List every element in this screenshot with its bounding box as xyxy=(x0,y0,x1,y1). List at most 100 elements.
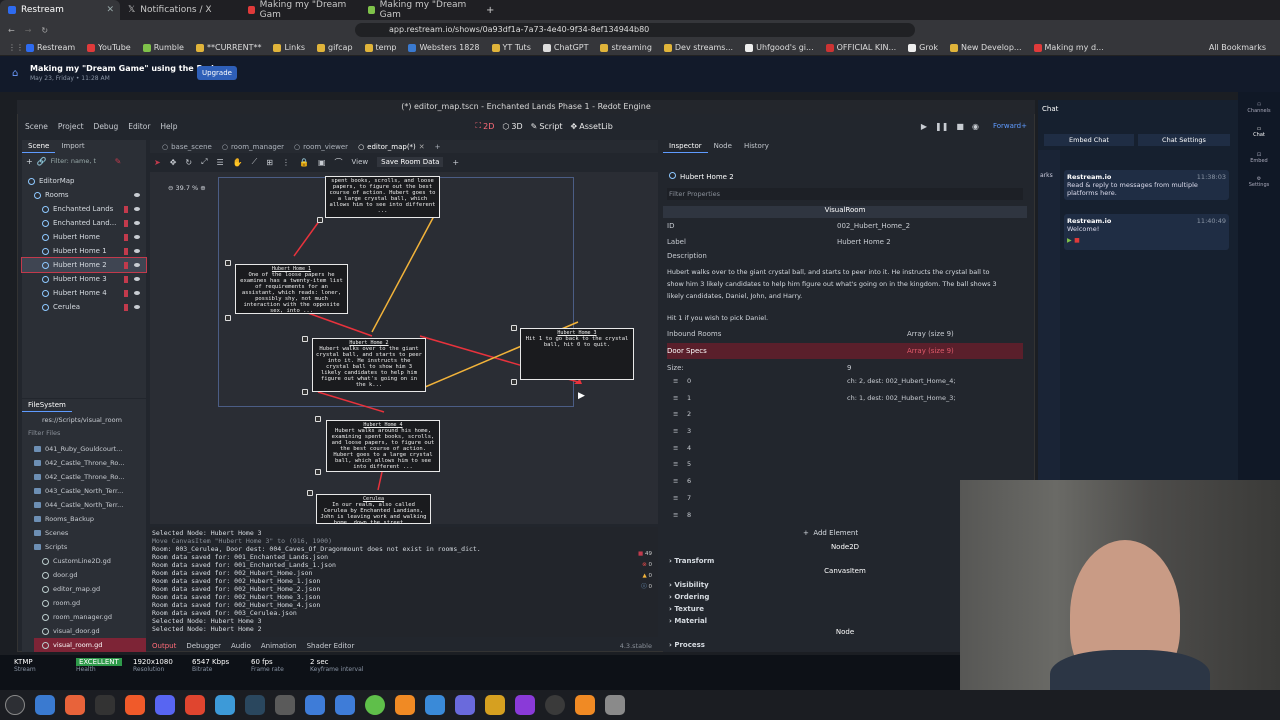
visibility-icon[interactable] xyxy=(134,277,140,281)
prop-id[interactable]: ID 002_Hubert_Home_2 xyxy=(667,218,1023,234)
file-item[interactable]: 042_Castle_Throne_Ro... xyxy=(34,470,146,484)
filter-properties-input[interactable]: Filter Properties xyxy=(667,188,1023,200)
file-item[interactable]: visual_door.gd xyxy=(34,624,146,638)
bookmark[interactable]: YouTube xyxy=(81,43,137,52)
menu-help[interactable]: Help xyxy=(160,122,177,131)
blender-icon[interactable] xyxy=(575,695,595,715)
bookmark[interactable]: New Develop... xyxy=(944,43,1028,52)
room-node[interactable]: Hubert Home 1 One of the loose papers he … xyxy=(235,264,348,314)
tab-audio[interactable]: Audio xyxy=(231,642,251,650)
description-text[interactable]: Hubert walks over to the giant crystal b… xyxy=(667,266,997,302)
scene-tab-active[interactable]: ○ editor_map(*) ✕ xyxy=(358,143,425,151)
embed-chat-button[interactable]: Embed Chat xyxy=(1044,134,1134,146)
tab-debugger[interactable]: Debugger xyxy=(186,642,221,650)
tab-scene[interactable]: Scene xyxy=(22,140,56,153)
home-icon[interactable]: ⌂ xyxy=(12,68,18,79)
tab-import[interactable]: Import xyxy=(55,140,90,152)
bookmark[interactable]: ChatGPT xyxy=(537,43,595,52)
array-element[interactable]: ≡ 0 ch: 2, dest: 002_Hubert_Home_4; xyxy=(667,377,1017,393)
menu-editor[interactable]: Editor xyxy=(128,122,150,131)
discord-icon[interactable] xyxy=(155,695,175,715)
bookmark[interactable]: streaming xyxy=(594,43,657,52)
bookmark[interactable]: YT Tuts xyxy=(486,43,537,52)
tab-inspector[interactable]: Inspector xyxy=(663,140,708,153)
close-icon[interactable]: ✕ xyxy=(106,5,114,15)
browser-tab[interactable]: Making my "Dream Gam xyxy=(240,0,360,20)
app-icon[interactable] xyxy=(365,695,385,715)
bookmark[interactable]: Making my d... xyxy=(1028,43,1110,52)
snap-icon[interactable]: ⋮ xyxy=(282,158,290,167)
lock-icon[interactable]: 🔒 xyxy=(299,158,309,167)
workspace-3d[interactable]: ⬡ 3D xyxy=(502,122,522,131)
add-element-button[interactable]: + Add Element xyxy=(803,529,858,537)
app-icon[interactable] xyxy=(215,695,235,715)
script-icon[interactable]: ✎ xyxy=(115,157,122,166)
file-item[interactable]: 042_Castle_Throne_Ro... xyxy=(34,456,146,470)
apps-icon[interactable]: ⋮⋮ xyxy=(8,43,24,52)
app-icon[interactable] xyxy=(545,695,565,715)
array-element[interactable]: ≡ 5 xyxy=(667,460,1017,476)
tree-node[interactable]: Rooms xyxy=(22,188,146,202)
file-item[interactable]: 041_Ruby_Gouldcourt... xyxy=(34,442,146,456)
renderer-select[interactable]: Forward+ xyxy=(993,122,1027,130)
app-icon[interactable] xyxy=(125,695,145,715)
bookmark[interactable]: Links xyxy=(267,43,311,52)
visibility-icon[interactable] xyxy=(134,193,140,197)
file-item[interactable]: room_manager.gd xyxy=(34,610,146,624)
url-field[interactable]: app.restream.io/shows/0a93df1a-7a73-4e40… xyxy=(355,23,915,37)
app-icon[interactable] xyxy=(455,695,475,715)
new-tab-icon[interactable]: + xyxy=(486,5,494,16)
start-menu-icon[interactable] xyxy=(5,695,25,715)
script-icon[interactable] xyxy=(124,261,128,269)
output-filters[interactable]: ■ 49 ⊗ 0 ▲ 0 ⓘ 0 xyxy=(638,549,652,593)
add-node-icon[interactable]: + xyxy=(26,157,33,166)
script-icon[interactable] xyxy=(124,303,128,311)
select-tool-icon[interactable]: ➤ xyxy=(154,158,161,167)
grid-icon[interactable]: ⊞ xyxy=(266,158,273,167)
file-item[interactable]: room.gd xyxy=(34,596,146,610)
array-element[interactable]: ≡ 1 ch: 1, dest: 002_Hubert_Home_3; xyxy=(667,394,1017,410)
play-icon[interactable]: ▶ xyxy=(921,122,927,131)
bookmark[interactable]: Grok xyxy=(902,43,944,52)
rail-embed[interactable]: ⊡ Embed xyxy=(1238,152,1280,164)
forward-icon[interactable]: → xyxy=(25,26,32,35)
back-icon[interactable]: ← xyxy=(8,26,15,35)
mail-icon[interactable] xyxy=(425,695,445,715)
file-item-selected[interactable]: visual_room.gd xyxy=(34,638,146,652)
app-icon[interactable] xyxy=(515,695,535,715)
browser-tab[interactable]: Restream ✕ xyxy=(0,0,120,20)
bone-icon[interactable]: ⌒ xyxy=(335,157,343,168)
app-icon[interactable] xyxy=(185,695,205,715)
browser-tab[interactable]: 𝕏 Notifications / X xyxy=(120,0,240,20)
pan-tool-icon[interactable]: ✋ xyxy=(233,158,243,167)
tab-filesystem[interactable]: FileSystem xyxy=(22,399,72,412)
script-icon[interactable] xyxy=(124,275,128,283)
chat-settings-button[interactable]: Chat Settings xyxy=(1138,134,1230,146)
app-icon[interactable] xyxy=(395,695,415,715)
tab-animation[interactable]: Animation xyxy=(261,642,297,650)
all-bookmarks[interactable]: All Bookmarks xyxy=(1203,43,1272,52)
file-item[interactable]: 043_Castle_North_Terr... xyxy=(34,484,146,498)
prop-inbound-rooms[interactable]: Inbound Rooms Array (size 9) xyxy=(667,326,1023,342)
menu-debug[interactable]: Debug xyxy=(94,122,119,131)
move-tool-icon[interactable]: ✥ xyxy=(170,158,177,167)
visibility-icon[interactable] xyxy=(134,263,140,267)
file-item[interactable]: Scenes xyxy=(34,526,146,540)
add-tab-icon[interactable]: + xyxy=(435,143,441,151)
file-item[interactable]: CustomLine2D.gd xyxy=(34,554,146,568)
bookmark[interactable]: Dev streams... xyxy=(658,43,739,52)
rotate-tool-icon[interactable]: ↻ xyxy=(185,158,192,167)
tab-node[interactable]: Node xyxy=(708,140,738,152)
bookmark[interactable]: gifcap xyxy=(311,43,359,52)
tree-node[interactable]: Hubert Home 4 xyxy=(22,286,146,300)
tree-node[interactable]: Hubert Home 3 xyxy=(22,272,146,286)
tree-node[interactable]: Hubert Home 1 xyxy=(22,244,146,258)
room-node[interactable]: Hubert Home 4 Hubert walks around his hom… xyxy=(326,420,440,472)
group-icon[interactable]: ▣ xyxy=(318,158,326,167)
visibility-icon[interactable] xyxy=(134,305,140,309)
workspace-script[interactable]: ✎ Script xyxy=(531,122,563,131)
room-node[interactable]: Cerulea In our realm, also called Cerulea… xyxy=(316,494,431,524)
scale-tool-icon[interactable]: ⤢ xyxy=(201,157,207,167)
pause-icon[interactable]: ❚❚ xyxy=(935,122,948,131)
prop-size[interactable]: Size: 9 xyxy=(667,360,1023,376)
